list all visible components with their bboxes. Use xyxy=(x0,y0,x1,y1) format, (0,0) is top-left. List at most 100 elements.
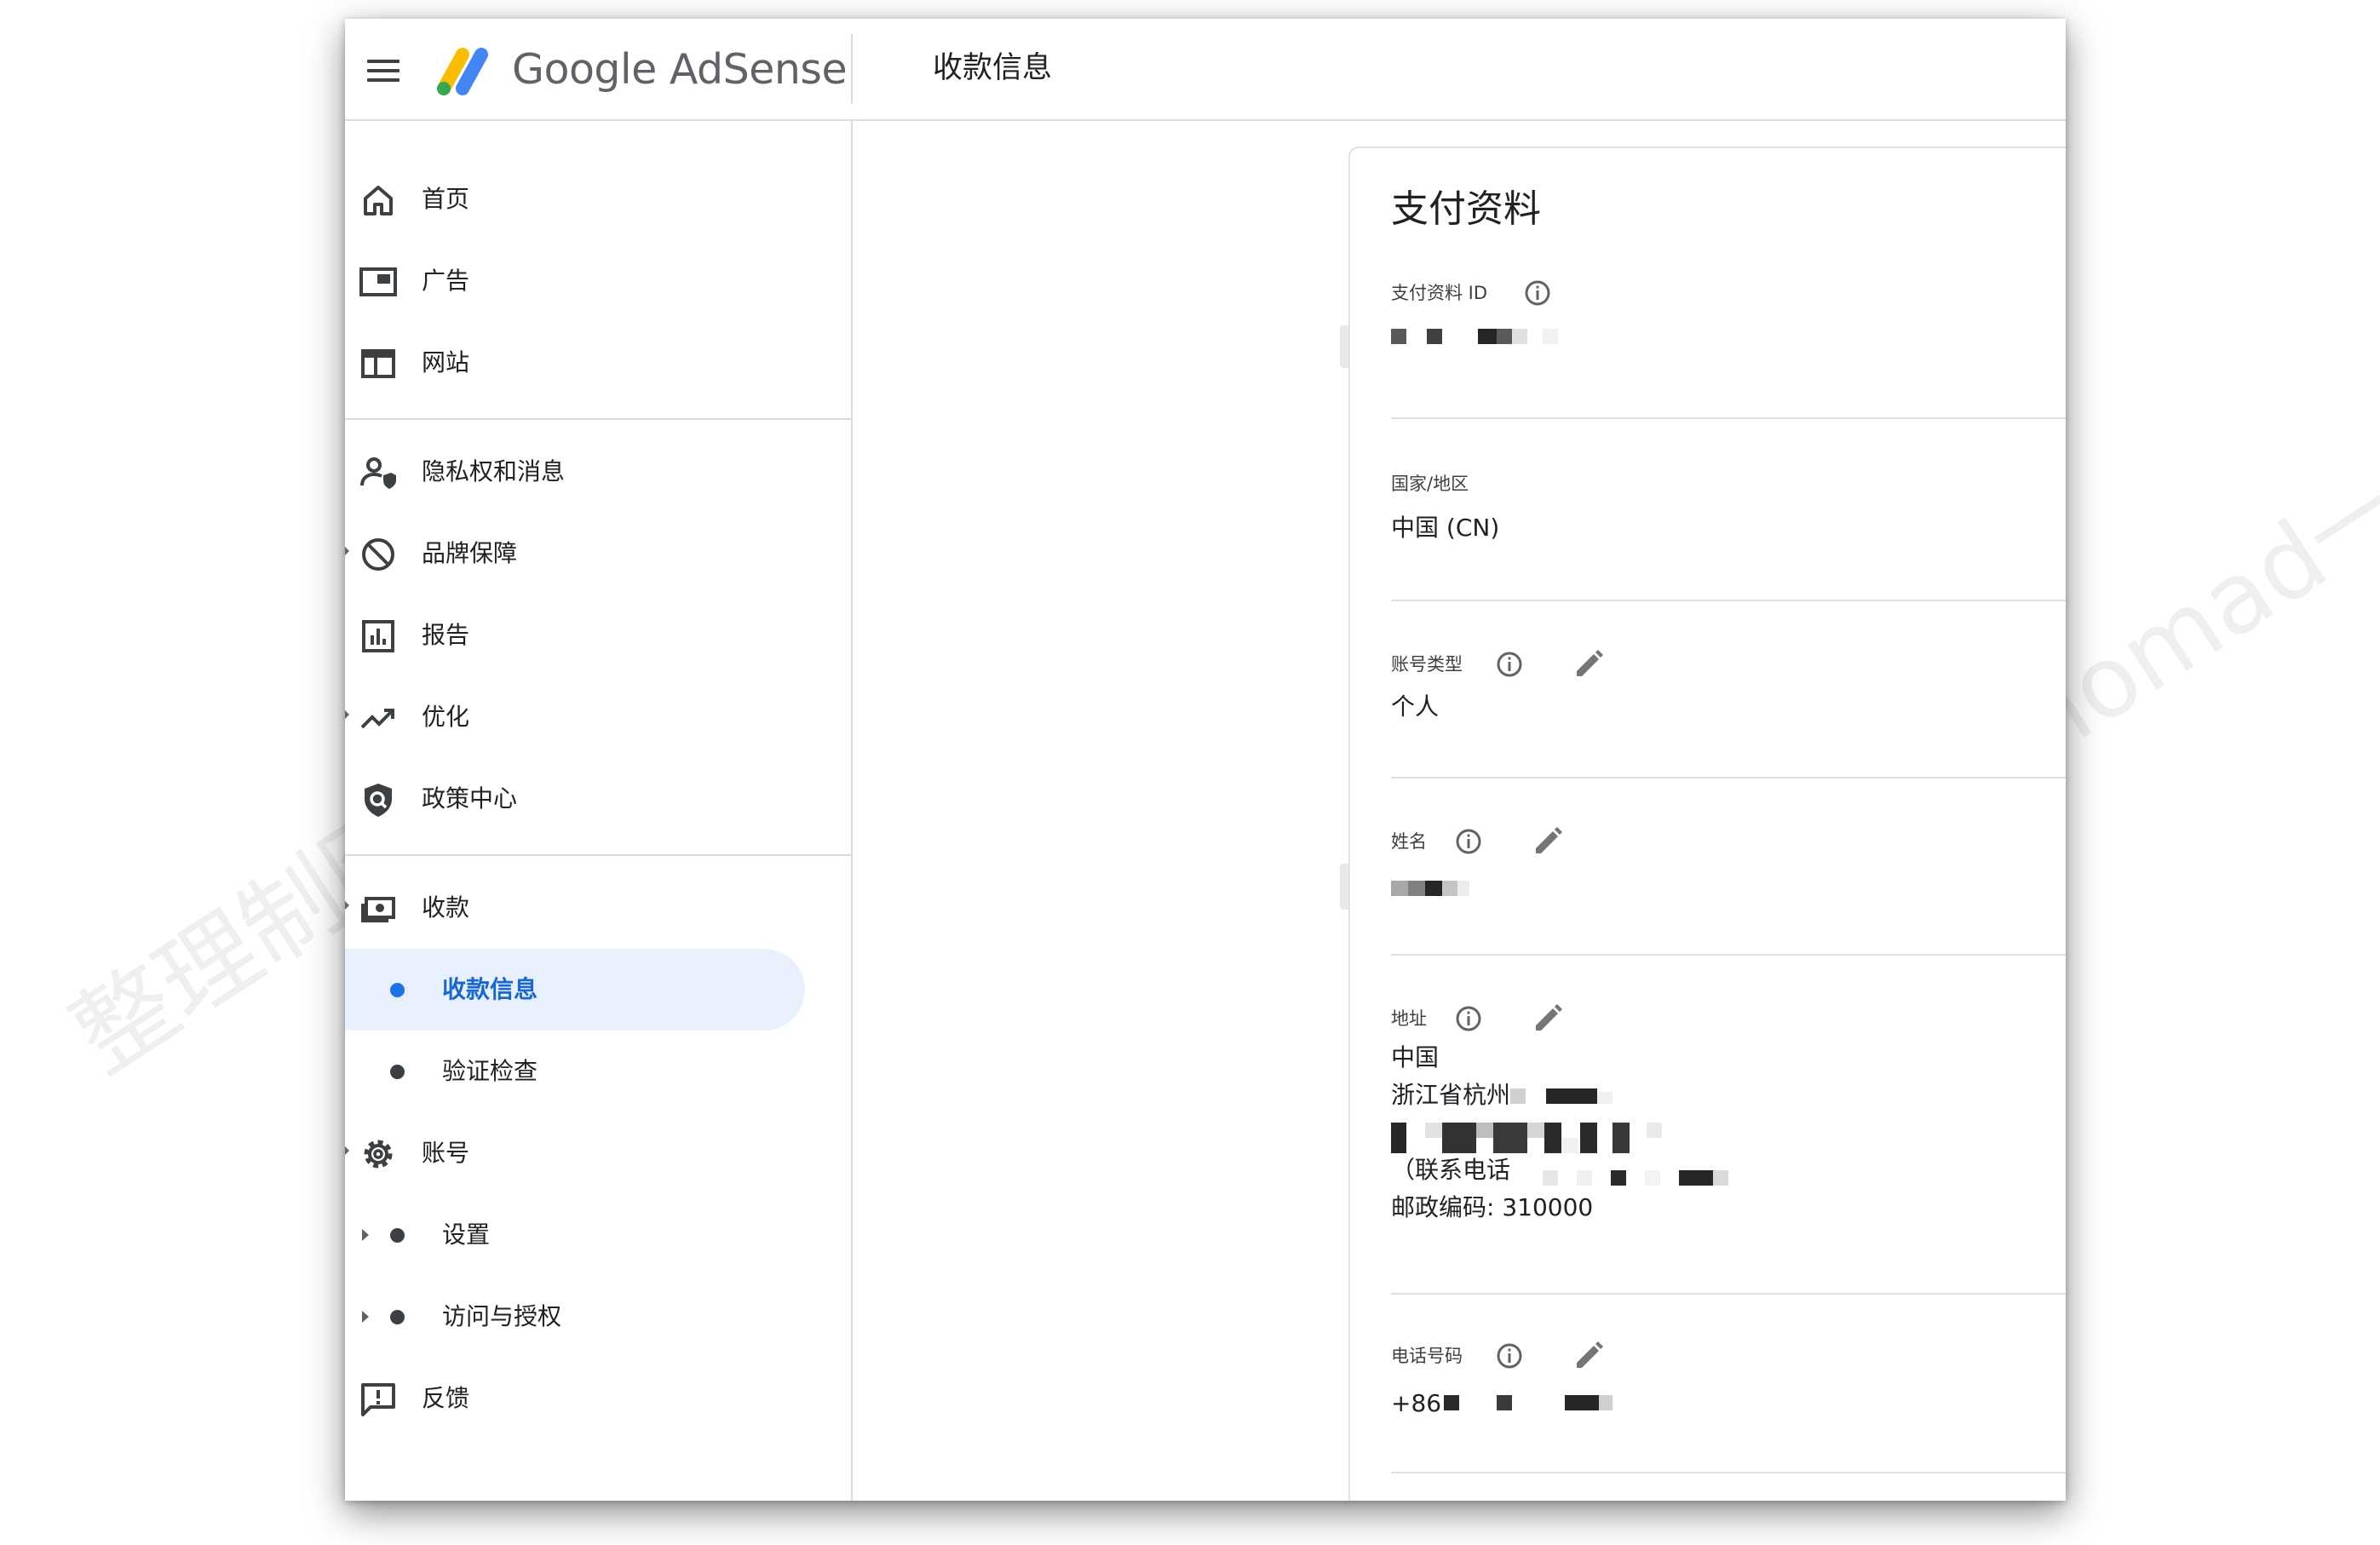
edit-pencil-icon[interactable] xyxy=(1572,1339,1606,1373)
payments-icon xyxy=(361,897,395,922)
expand-caret-icon xyxy=(362,1229,369,1241)
main-content: 支付资料 支付资料 ID 国家/地区 中国 (CN) 账号类型 个人 姓名 地址… xyxy=(853,121,2066,1501)
sidebar-item-verification[interactable]: 验证检查 xyxy=(345,1031,851,1112)
sidebar-item-settings[interactable]: 设置 xyxy=(345,1194,851,1276)
sidebar-item-privacy[interactable]: 隐私权和消息 xyxy=(345,431,851,513)
trend-icon xyxy=(360,709,394,729)
sidebar-item-label: 政策中心 xyxy=(422,784,518,813)
sidebar-item-label: 收款 xyxy=(422,893,470,922)
info-icon[interactable] xyxy=(1454,1004,1483,1033)
sidebar-item-label: 首页 xyxy=(422,185,470,213)
info-icon[interactable] xyxy=(1454,827,1483,856)
sidebar-item-account[interactable]: 账号 xyxy=(345,1112,851,1194)
report-icon xyxy=(362,620,394,652)
header-divider xyxy=(851,34,853,104)
sidebar-item-label: 设置 xyxy=(442,1220,491,1249)
sidebar-divider xyxy=(345,854,851,856)
field-value: 个人 xyxy=(1391,692,1440,721)
expand-caret-icon xyxy=(345,1146,349,1155)
country-field: 国家/地区 中国 (CN) xyxy=(1391,468,2066,571)
sidebar-item-policy-center[interactable]: 政策中心 xyxy=(345,758,851,840)
field-value: +86 xyxy=(1391,1389,1442,1417)
app-window: Google AdSense 收款信息 首页 广告 网站 隐私权和消息 品牌保障… xyxy=(345,19,2066,1501)
ads-icon xyxy=(359,267,397,296)
page-title: 收款信息 xyxy=(933,51,1053,85)
profile-id-field: 支付资料 ID xyxy=(1391,278,2066,405)
sidebar-item-payment-info[interactable]: 收款信息 xyxy=(345,949,851,1031)
account-type-field: 账号类型 个人 xyxy=(1391,649,2066,751)
block-icon xyxy=(362,538,394,571)
address-line-country: 中国 xyxy=(1391,1043,1440,1071)
active-item-highlight xyxy=(345,949,805,1031)
field-divider xyxy=(1391,1293,2066,1295)
card-title: 支付资料 xyxy=(1391,187,1541,231)
main-menu-button[interactable] xyxy=(364,51,403,90)
field-label: 账号类型 xyxy=(1391,654,1463,675)
sidebar-item-label: 品牌保障 xyxy=(422,539,518,567)
sidebar-item-access[interactable]: 访问与授权 xyxy=(345,1276,851,1358)
sites-icon xyxy=(361,349,395,378)
sidebar-item-label: 网站 xyxy=(422,348,470,376)
payment-profile-card: 支付资料 支付资料 ID 国家/地区 中国 (CN) 账号类型 个人 姓名 地址… xyxy=(1348,146,2066,1501)
sidebar-item-label: 优化 xyxy=(422,703,470,731)
sidebar-item-label: 隐私权和消息 xyxy=(422,457,566,485)
sidebar-item-label: 反馈 xyxy=(422,1384,470,1412)
privacy-icon xyxy=(360,457,396,489)
field-divider xyxy=(1391,600,2066,601)
home-icon xyxy=(364,186,393,215)
field-label: 支付资料 ID xyxy=(1391,283,1488,303)
bullet-icon xyxy=(390,1228,405,1243)
sidebar-item-sites[interactable]: 网站 xyxy=(345,322,851,404)
edit-pencil-icon[interactable] xyxy=(1531,824,1565,859)
expand-caret-icon xyxy=(345,901,349,910)
edit-pencil-icon[interactable] xyxy=(1572,647,1606,681)
field-divider xyxy=(1391,1472,2066,1473)
phone-field: 电话号码 +86 xyxy=(1391,1341,2066,1443)
address-line-phone: （联系电话 xyxy=(1391,1156,1511,1184)
field-label: 地址 xyxy=(1391,1008,1427,1029)
info-icon[interactable] xyxy=(1523,279,1552,307)
sidebar-item-reports[interactable]: 报告 xyxy=(345,594,851,676)
gear-icon xyxy=(364,1140,393,1169)
menu-icon xyxy=(367,60,400,63)
sidebar-item-home[interactable]: 首页 xyxy=(345,158,851,240)
address-line-province: 浙江省杭州 xyxy=(1391,1081,1511,1109)
field-label: 电话号码 xyxy=(1391,1346,1463,1366)
expand-caret-icon xyxy=(362,1311,369,1323)
sidebar: 首页 广告 网站 隐私权和消息 品牌保障 报告 优化 政策中心 收款 收款信息 … xyxy=(345,121,853,1501)
field-divider xyxy=(1391,417,2066,419)
top-app-bar: Google AdSense 收款信息 xyxy=(345,19,2066,121)
address-field: 地址 中国 浙江省杭州 （联系电话 邮政编码: 310000 xyxy=(1391,1003,2066,1242)
feedback-icon xyxy=(361,1383,395,1416)
brand-name: Google AdSense xyxy=(512,45,848,94)
field-label: 国家/地区 xyxy=(1391,474,1469,494)
sidebar-item-ads[interactable]: 广告 xyxy=(345,240,851,322)
field-divider xyxy=(1391,777,2066,778)
sidebar-item-label: 收款信息 xyxy=(442,975,538,1003)
sidebar-item-brand-safety[interactable]: 品牌保障 xyxy=(345,513,851,594)
field-label: 姓名 xyxy=(1391,831,1427,852)
field-divider xyxy=(1391,954,2066,956)
sidebar-item-feedback[interactable]: 反馈 xyxy=(345,1358,851,1439)
sidebar-item-optimization[interactable]: 优化 xyxy=(345,676,851,758)
info-icon[interactable] xyxy=(1495,1341,1524,1370)
expand-caret-icon xyxy=(345,547,349,555)
bullet-icon xyxy=(390,1310,405,1324)
adsense-logo-icon xyxy=(437,48,488,95)
address-line-postcode: 邮政编码: 310000 xyxy=(1391,1193,1594,1221)
sidebar-item-label: 广告 xyxy=(422,267,470,295)
sidebar-item-label: 访问与授权 xyxy=(442,1302,562,1330)
info-icon[interactable] xyxy=(1495,650,1524,679)
policy-icon xyxy=(365,784,392,817)
expand-caret-icon xyxy=(345,710,349,719)
edit-pencil-icon[interactable] xyxy=(1531,1002,1565,1036)
sidebar-item-label: 报告 xyxy=(422,621,470,649)
name-field: 姓名 xyxy=(1391,826,2066,928)
bullet-icon xyxy=(390,983,405,997)
sidebar-item-label: 验证检查 xyxy=(442,1057,538,1085)
sidebar-divider xyxy=(345,418,851,420)
field-value: 中国 (CN) xyxy=(1391,514,1500,542)
sidebar-item-label: 账号 xyxy=(422,1139,470,1167)
bullet-icon xyxy=(390,1065,405,1079)
sidebar-item-payments[interactable]: 收款 xyxy=(345,867,851,949)
